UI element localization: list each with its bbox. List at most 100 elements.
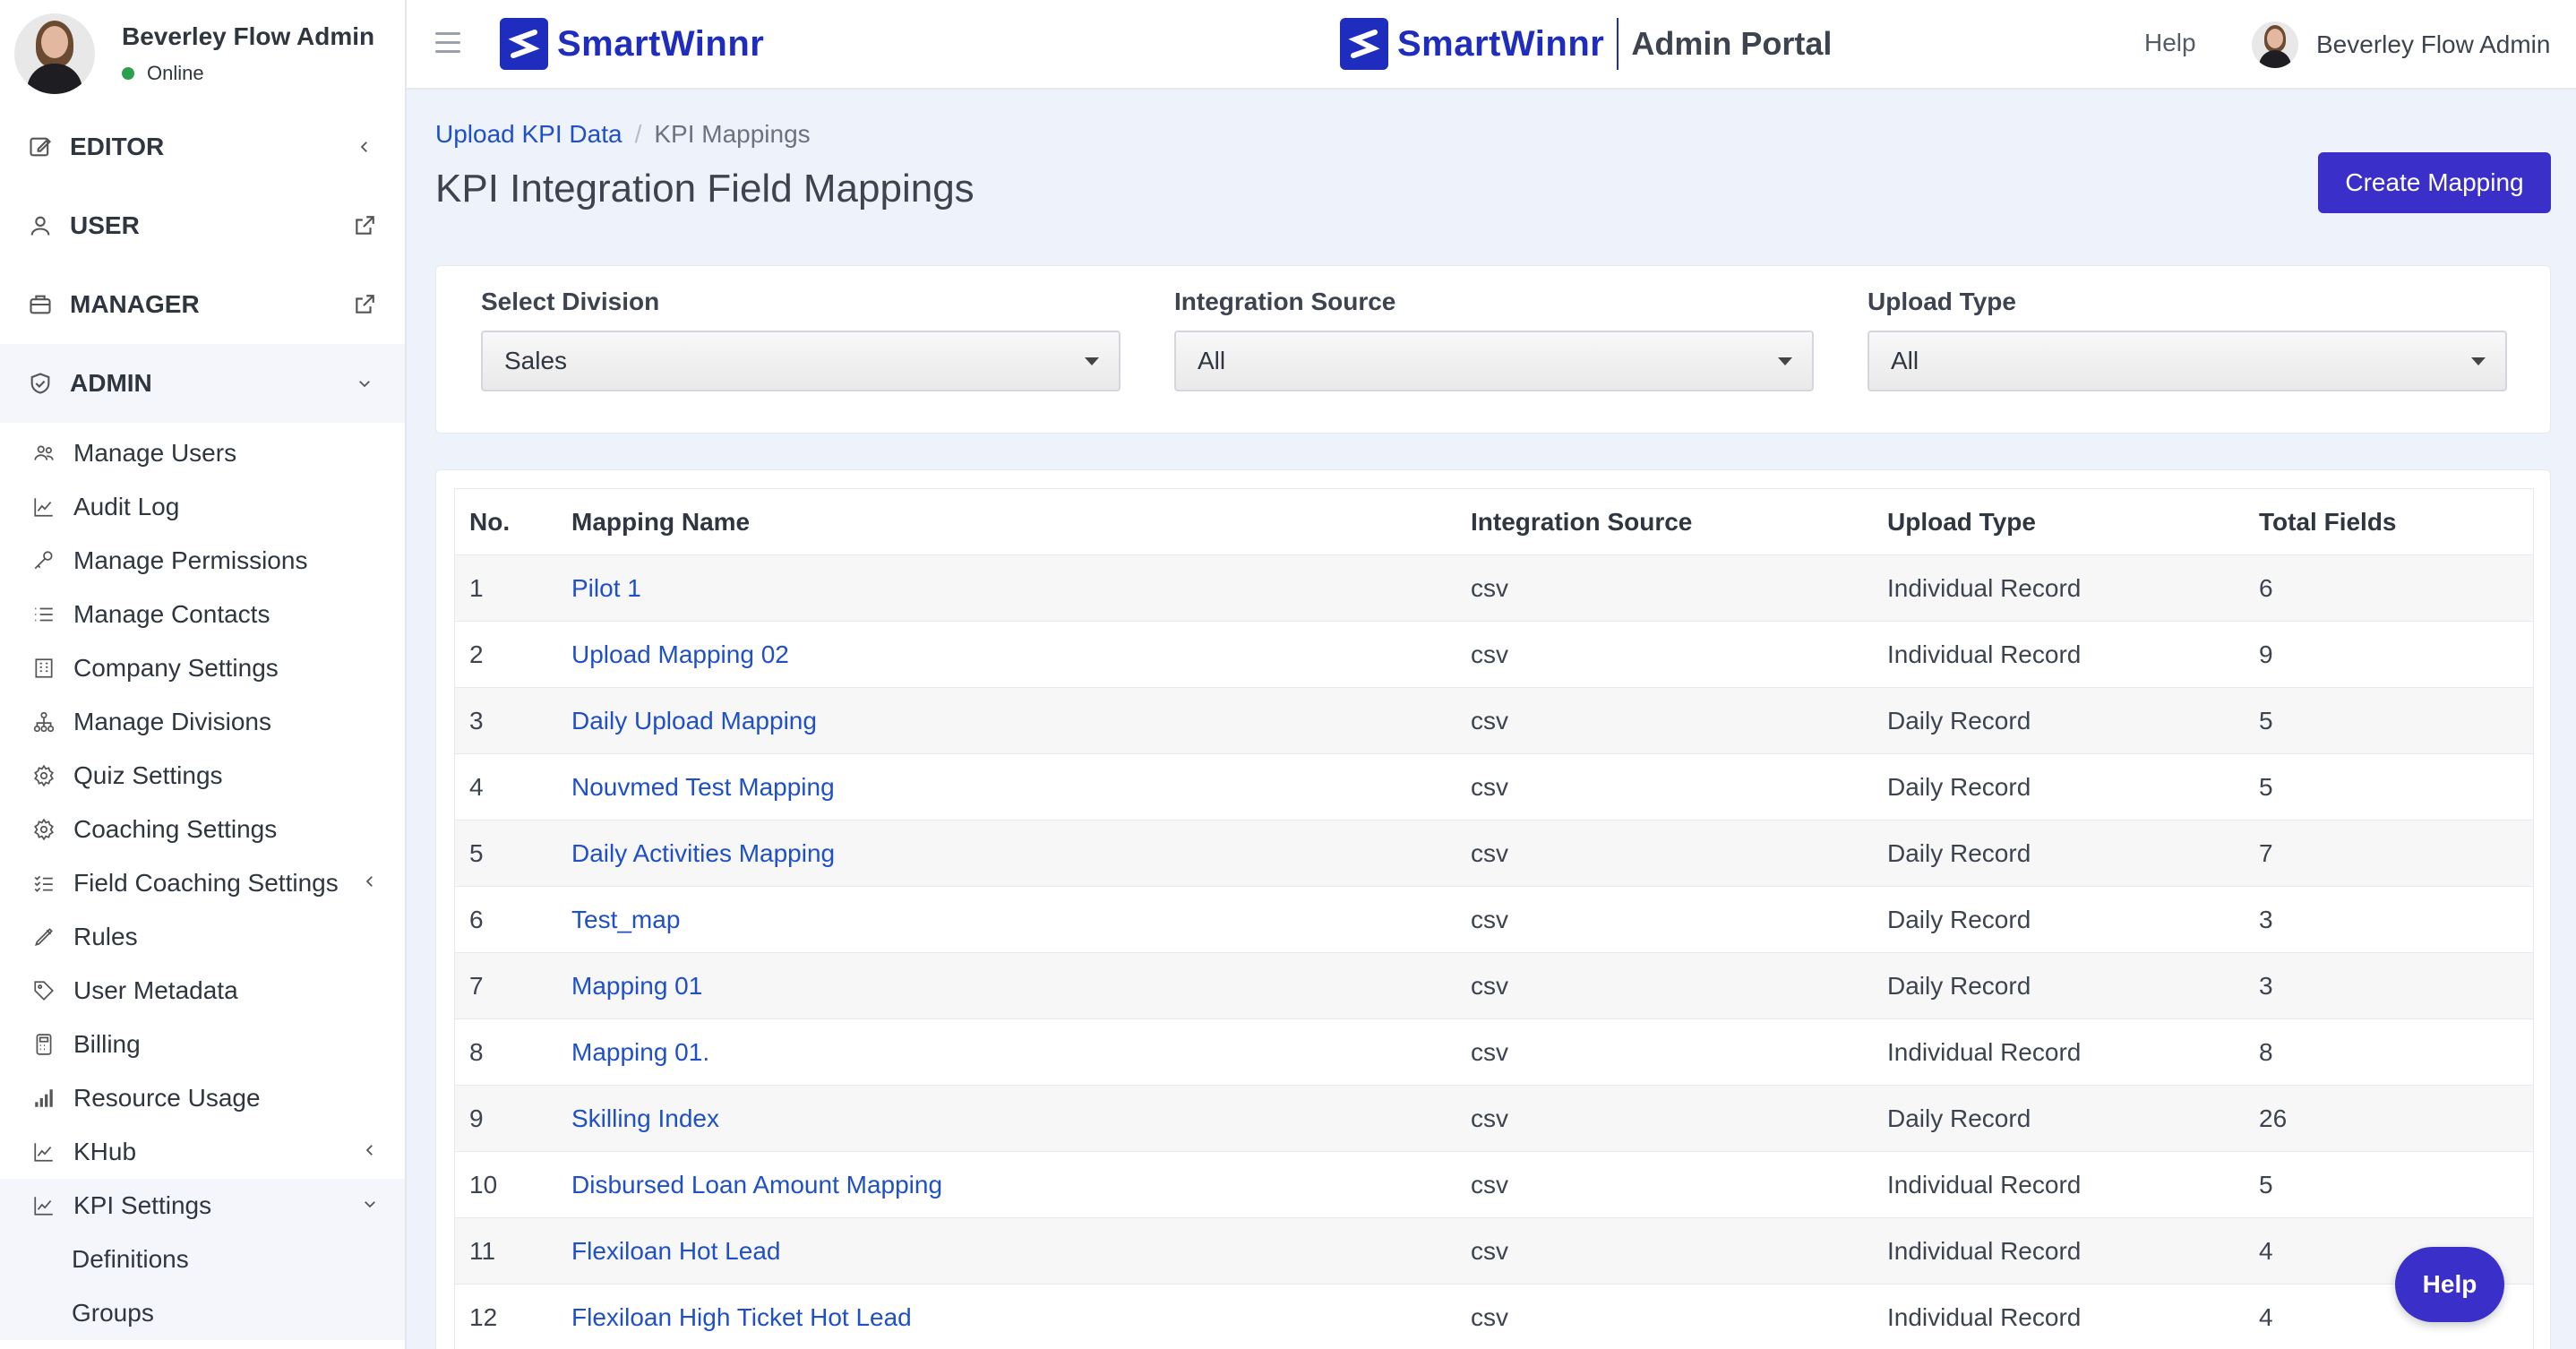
sidebar-item-user-metadata[interactable]: User Metadata bbox=[0, 964, 405, 1018]
brand-logo-left[interactable]: SmartWinnr bbox=[500, 18, 764, 70]
cell-total-fields: 26 bbox=[2259, 1104, 2288, 1132]
cell-total-fields: 5 bbox=[2259, 706, 2273, 735]
help-link[interactable]: Help bbox=[2144, 29, 2196, 57]
sidebar-item-quiz-settings[interactable]: Quiz Settings bbox=[0, 749, 405, 803]
sidebar-item-resource-usage[interactable]: Resource Usage bbox=[0, 1071, 405, 1125]
sidebar-item-manage-divisions[interactable]: Manage Divisions bbox=[0, 695, 405, 749]
filter-division: Select Division Sales bbox=[481, 288, 1121, 391]
select-value: Sales bbox=[504, 347, 568, 374]
mapping-name-link[interactable]: Daily Upload Mapping bbox=[571, 707, 817, 735]
mapping-name-link[interactable]: Upload Mapping 02 bbox=[571, 640, 789, 668]
hamburger-menu-icon[interactable] bbox=[435, 32, 460, 54]
portal-title: Admin Portal bbox=[1631, 25, 1833, 62]
cell-no: 3 bbox=[469, 706, 484, 735]
column-header-integration-source: Integration Source bbox=[1471, 507, 1693, 536]
breadcrumb: Upload KPI Data / KPI Mappings bbox=[435, 120, 811, 149]
pen-icon bbox=[30, 924, 57, 950]
cell-integration-source: csv bbox=[1471, 706, 1508, 735]
filter-integration-source: Integration Source All bbox=[1174, 288, 1814, 391]
column-header-no: No. bbox=[469, 507, 511, 536]
cell-upload-type: Individual Record bbox=[1887, 1037, 2082, 1066]
sidebar-item-kpi-settings[interactable]: KPI Settings bbox=[0, 1179, 405, 1233]
sidebar-item-field-coaching-settings[interactable]: Field Coaching Settings bbox=[0, 856, 405, 910]
chevron-left-icon bbox=[351, 133, 378, 160]
division-select[interactable]: Sales bbox=[481, 331, 1121, 391]
table-row: 5 Daily Activities Mapping csv Daily Record… bbox=[455, 821, 2533, 887]
sidebar-subitem-groups[interactable]: Groups bbox=[0, 1286, 405, 1340]
sidebar-item-manage-users[interactable]: Manage Users bbox=[0, 426, 405, 480]
mapping-name-link[interactable]: Pilot 1 bbox=[571, 574, 641, 602]
cell-integration-source: csv bbox=[1471, 573, 1508, 602]
sidebar-item-billing[interactable]: Billing bbox=[0, 1018, 405, 1071]
table-row: 8 Mapping 01. csv Individual Record 8 bbox=[455, 1019, 2533, 1086]
breadcrumb-link-upload-kpi-data[interactable]: Upload KPI Data bbox=[435, 120, 623, 149]
sidebar-section-label: MANAGER bbox=[70, 290, 200, 318]
chevron-left-icon bbox=[362, 873, 378, 894]
smartwinnr-logo-icon bbox=[500, 18, 548, 70]
mapping-name-link[interactable]: Flexiloan Hot Lead bbox=[571, 1237, 780, 1265]
sidebar-item-manage-permissions[interactable]: Manage Permissions bbox=[0, 534, 405, 588]
table-row: 12 Flexiloan High Ticket Hot Lead csv Indiv… bbox=[455, 1285, 2533, 1349]
sidebar-section-editor[interactable]: EDITOR bbox=[0, 107, 405, 186]
sidebar-item-coaching-settings[interactable]: Coaching Settings bbox=[0, 803, 405, 856]
sidebar-item-label: Manage Contacts bbox=[73, 600, 270, 628]
cell-mapping-name: Daily Activities Mapping bbox=[571, 839, 1471, 868]
help-floating-button[interactable]: Help bbox=[2395, 1247, 2504, 1322]
sidebar-section-label: USER bbox=[70, 211, 140, 239]
sidebar-item-manage-contacts[interactable]: Manage Contacts bbox=[0, 588, 405, 641]
cell-integration-source: csv bbox=[1471, 772, 1508, 801]
table-row: 3 Daily Upload Mapping csv Daily Record 5 bbox=[455, 688, 2533, 754]
mapping-name-link[interactable]: Mapping 01 bbox=[571, 972, 702, 1000]
caret-down-icon bbox=[2471, 357, 2486, 365]
user-status: Online bbox=[122, 62, 374, 85]
cell-integration-source: csv bbox=[1471, 640, 1508, 668]
mapping-name-link[interactable]: Flexiloan High Ticket Hot Lead bbox=[571, 1303, 912, 1331]
mapping-name-link[interactable]: Nouvmed Test Mapping bbox=[571, 773, 835, 801]
sidebar-item-khub[interactable]: KHub bbox=[0, 1125, 405, 1179]
mappings-table: No. Mapping Name Integration Source Uplo… bbox=[454, 488, 2534, 1349]
online-dot-icon bbox=[122, 67, 134, 80]
sidebar-section-admin[interactable]: ADMIN bbox=[0, 344, 405, 423]
topbar-user-name: Beverley Flow Admin bbox=[2316, 30, 2551, 58]
sidebar-item-label: KHub bbox=[73, 1138, 137, 1165]
tag-icon bbox=[30, 977, 57, 1004]
mapping-name-link[interactable]: Disbursed Loan Amount Mapping bbox=[571, 1171, 942, 1199]
cell-mapping-name: Flexiloan Hot Lead bbox=[571, 1237, 1471, 1266]
sidebar-item-audit-log[interactable]: Audit Log bbox=[0, 480, 405, 534]
cell-mapping-name: Pilot 1 bbox=[571, 574, 1471, 603]
sidebar-section-user[interactable]: USER bbox=[0, 186, 405, 265]
table-row: 4 Nouvmed Test Mapping csv Daily Record 5 bbox=[455, 754, 2533, 821]
integration-source-select[interactable]: All bbox=[1174, 331, 1814, 391]
create-mapping-button[interactable]: Create Mapping bbox=[2318, 152, 2551, 213]
mapping-name-link[interactable]: Test_map bbox=[571, 906, 680, 933]
sidebar-subitem-definitions[interactable]: Definitions bbox=[0, 1233, 405, 1286]
sidebar-item-company-settings[interactable]: Company Settings bbox=[0, 641, 405, 695]
upload-type-select[interactable]: All bbox=[1868, 331, 2507, 391]
select-value: All bbox=[1891, 347, 1919, 374]
cell-upload-type: Individual Record bbox=[1887, 573, 2082, 602]
cell-total-fields: 9 bbox=[2259, 640, 2273, 668]
cell-mapping-name: Nouvmed Test Mapping bbox=[571, 773, 1471, 802]
cell-mapping-name: Mapping 01 bbox=[571, 972, 1471, 1001]
column-header-total-fields: Total Fields bbox=[2259, 507, 2397, 536]
brand-name: SmartWinnr bbox=[1397, 23, 1605, 64]
mapping-name-link[interactable]: Skilling Index bbox=[571, 1104, 719, 1132]
filter-label: Select Division bbox=[481, 288, 660, 315]
sidebar-item-rules[interactable]: Rules bbox=[0, 910, 405, 964]
cell-upload-type: Daily Record bbox=[1887, 838, 2031, 867]
user-panel: Beverley Flow Admin Online bbox=[0, 0, 405, 107]
mapping-name-link[interactable]: Daily Activities Mapping bbox=[571, 839, 835, 867]
cell-total-fields: 7 bbox=[2259, 838, 2273, 867]
mapping-name-link[interactable]: Mapping 01. bbox=[571, 1038, 709, 1066]
chart-line-icon bbox=[30, 1138, 57, 1165]
cell-integration-source: csv bbox=[1471, 838, 1508, 867]
sidebar-item-label: KPI Settings bbox=[73, 1191, 212, 1219]
cell-no: 11 bbox=[469, 1236, 496, 1265]
table-header-row: No. Mapping Name Integration Source Uplo… bbox=[455, 489, 2533, 555]
user-menu[interactable]: Beverley Flow Admin bbox=[2252, 21, 2550, 68]
sidebar-section-manager[interactable]: MANAGER bbox=[0, 265, 405, 344]
user-status-label: Online bbox=[147, 62, 204, 84]
breadcrumb-separator: / bbox=[634, 120, 642, 148]
sidebar-item-label: Coaching Settings bbox=[73, 815, 278, 843]
cell-no: 9 bbox=[469, 1104, 484, 1132]
